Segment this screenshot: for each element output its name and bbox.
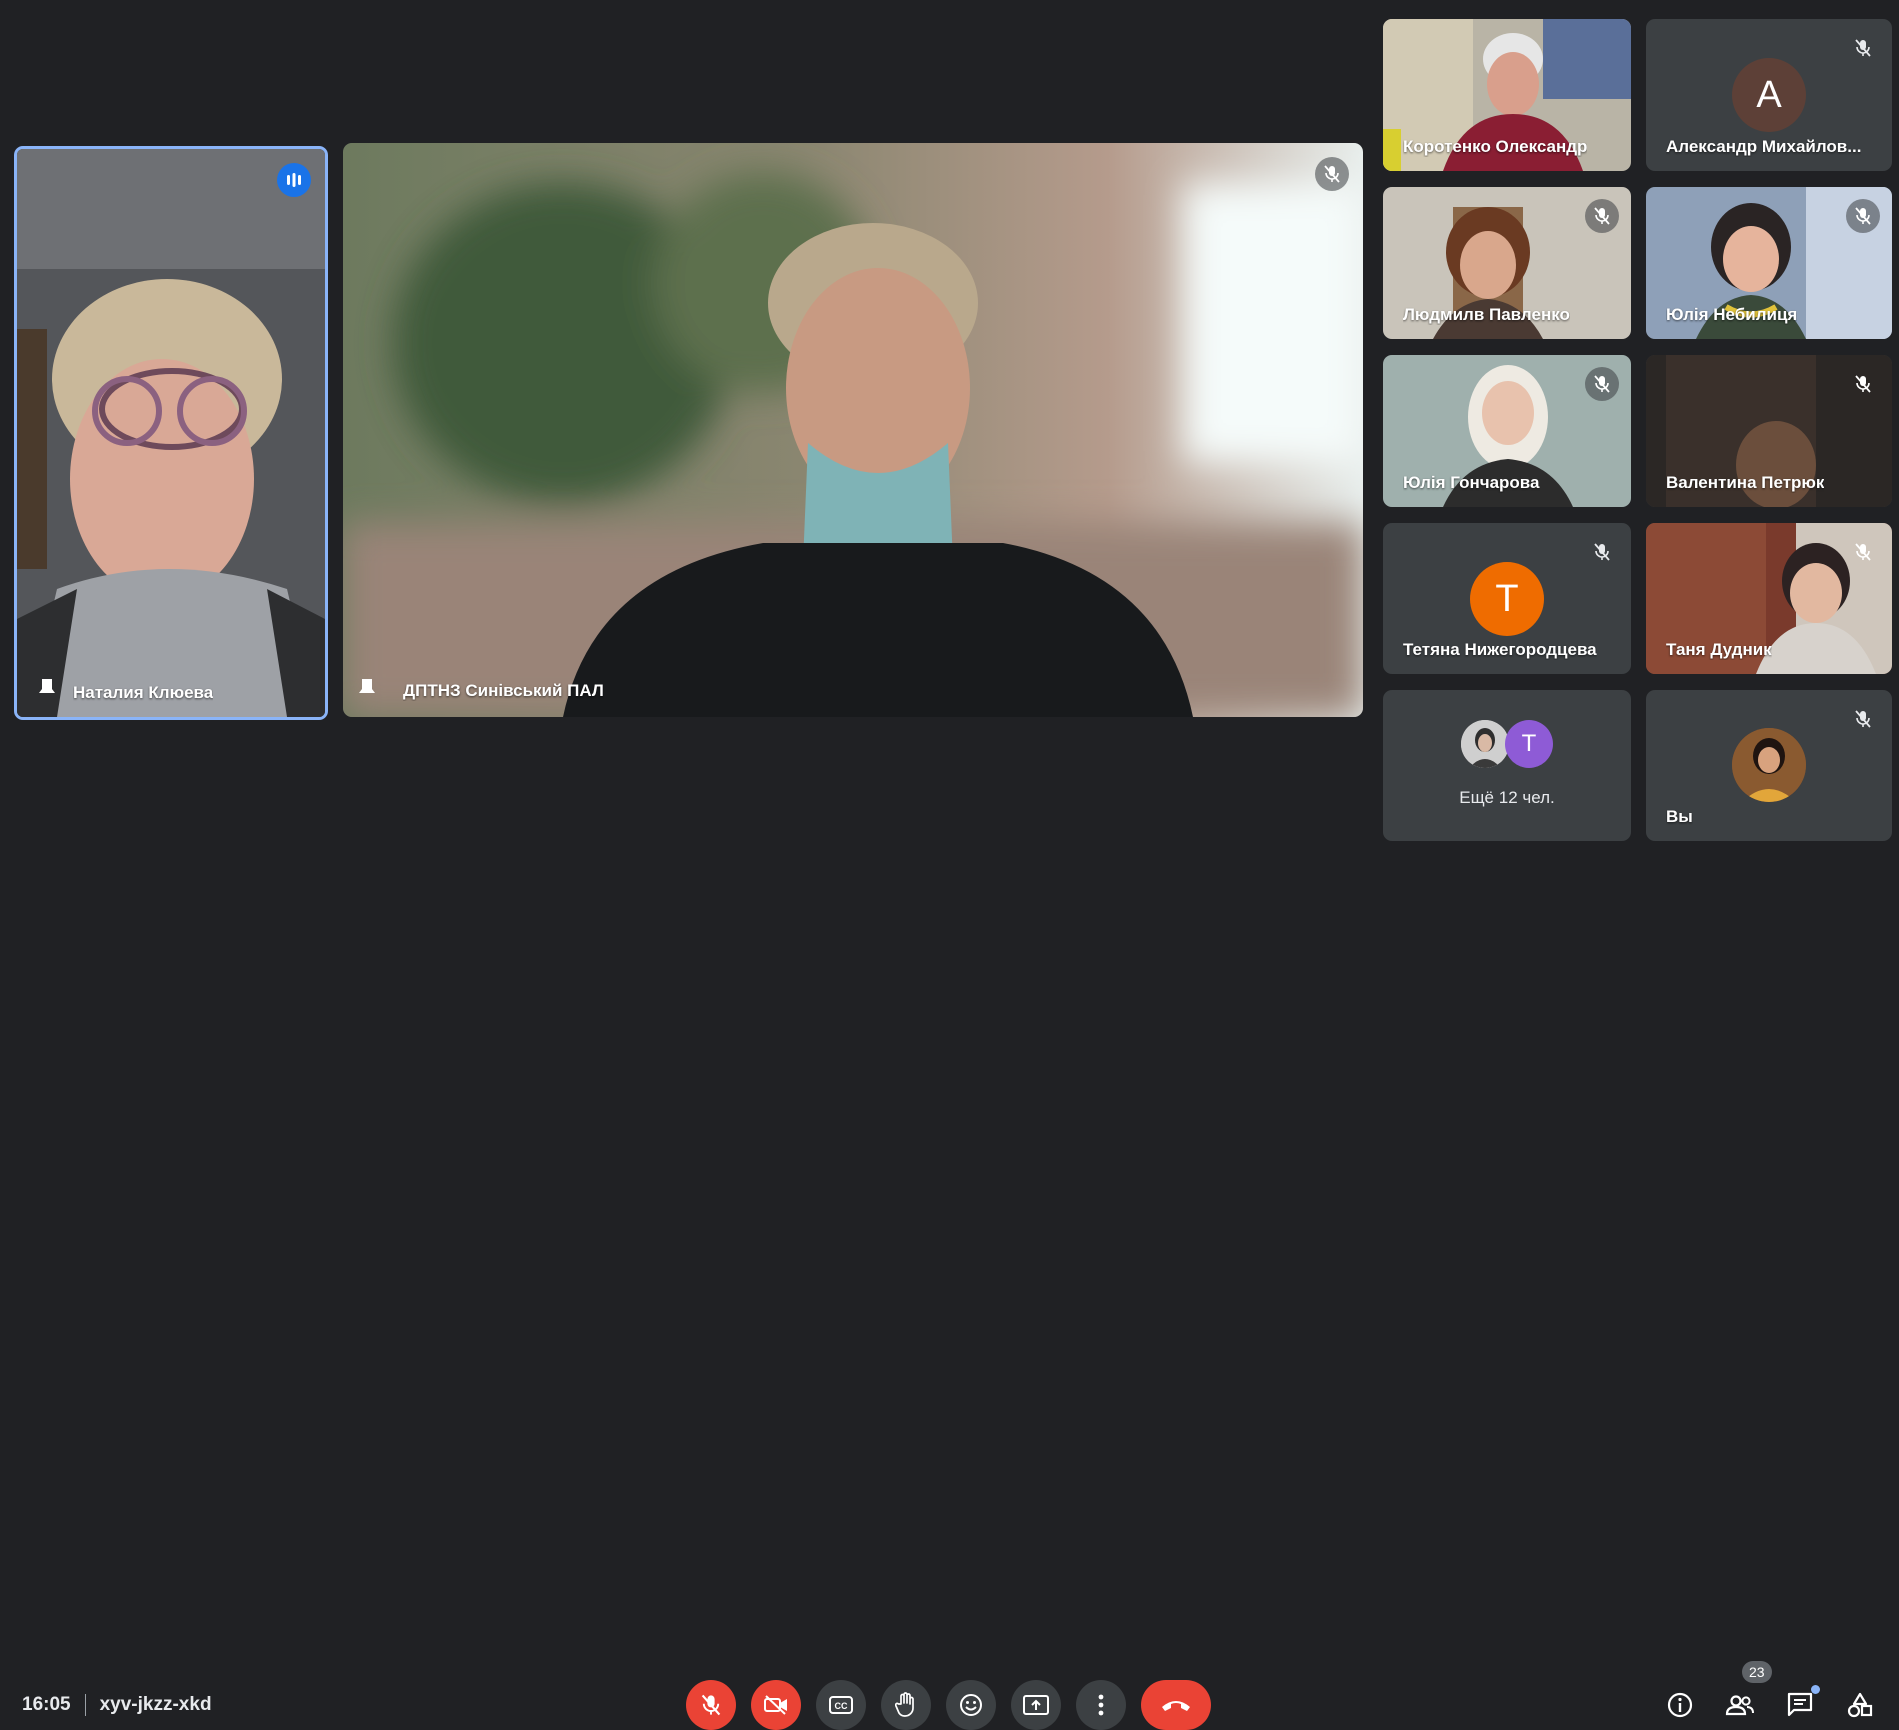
- mic-off-icon: [1846, 199, 1880, 233]
- meeting-time: 16:05: [22, 1694, 71, 1715]
- participant-count-badge: 23: [1742, 1661, 1772, 1683]
- divider: [84, 1694, 86, 1716]
- mic-off-icon: [1315, 157, 1349, 191]
- mic-off-icon: [1585, 535, 1619, 569]
- leave-call-button[interactable]: [1141, 1680, 1211, 1730]
- present-button[interactable]: [1011, 1680, 1061, 1730]
- participant-name: Юлія Гончарова: [1403, 473, 1540, 492]
- participant-name: Валентина Петрюк: [1666, 473, 1825, 492]
- participant-tile-nyzhehorodtseva[interactable]: Т Тетяна Нижегородцева: [1383, 523, 1631, 674]
- captions-icon: CC: [829, 1696, 853, 1714]
- participant-name: Юлія Небилиця: [1666, 305, 1798, 324]
- svg-text:CC: CC: [835, 1701, 848, 1711]
- participant-tile-mikhailov[interactable]: А Александр Михайлов...: [1646, 19, 1892, 171]
- pin-icon[interactable]: [37, 677, 57, 701]
- avatar: T: [1505, 720, 1553, 768]
- participant-tile-dptnz[interactable]: ДПТНЗ Синівський ПАЛ: [343, 143, 1363, 717]
- chat-button[interactable]: [1782, 1685, 1820, 1723]
- participant-tile-korotenko[interactable]: Коротенко Олександр: [1383, 19, 1631, 171]
- participant-name: Александр Михайлов...: [1666, 137, 1862, 156]
- avatar: Т: [1470, 562, 1544, 636]
- microphone-toggle-button[interactable]: [686, 1680, 736, 1730]
- participants-button[interactable]: 23: [1722, 1661, 1772, 1723]
- avatar: [1461, 720, 1509, 768]
- participant-tile-nebylytsia[interactable]: Юлія Небилиця: [1646, 187, 1892, 339]
- participant-name: Коротенко Олександр: [1403, 137, 1588, 156]
- chat-notification-dot: [1811, 1685, 1820, 1694]
- raise-hand-button[interactable]: [881, 1680, 931, 1730]
- bottom-bar: 16:05 xyv-jkzz-xkd CC 23: [0, 814, 1899, 1730]
- more-vert-icon: [1098, 1694, 1104, 1716]
- participant-tile-honcharova[interactable]: Юлія Гончарова: [1383, 355, 1631, 507]
- more-options-button[interactable]: [1076, 1680, 1126, 1730]
- chat-icon: [1787, 1692, 1813, 1717]
- people-icon: [1725, 1695, 1754, 1716]
- meeting-details-button[interactable]: [1662, 1687, 1698, 1723]
- participant-video: [343, 143, 1363, 717]
- camera-off-icon: [764, 1695, 787, 1715]
- participant-name: Наталия Клюева: [73, 683, 214, 702]
- participant-tile-petriuk[interactable]: Валентина Петрюк: [1646, 355, 1892, 507]
- mic-off-icon: [1585, 199, 1619, 233]
- activities-button[interactable]: [1842, 1687, 1878, 1723]
- participant-name: Людмилв Павленко: [1403, 305, 1570, 324]
- participant-name: Таня Дудник: [1666, 640, 1772, 659]
- mic-off-icon: [701, 1694, 721, 1716]
- participant-name: ДПТНЗ Синівський ПАЛ: [403, 681, 604, 700]
- meeting-code: xyv-jkzz-xkd: [99, 1694, 212, 1715]
- avatar: А: [1732, 58, 1806, 132]
- mic-off-icon: [1846, 535, 1880, 569]
- pin-icon[interactable]: [357, 677, 377, 701]
- participant-name: Тетяна Нижегородцева: [1403, 640, 1597, 659]
- activities-icon: [1847, 1692, 1873, 1718]
- participant-tile-dudnyk[interactable]: Таня Дудник: [1646, 523, 1892, 674]
- more-participants-label: Ещё 12 чел.: [1459, 788, 1555, 807]
- mic-off-icon: [1846, 702, 1880, 736]
- participant-tile-pavlenko[interactable]: Людмилв Павленко: [1383, 187, 1631, 339]
- mic-off-icon: [1846, 367, 1880, 401]
- participant-tile-natalia[interactable]: Наталия Клюева: [14, 146, 328, 720]
- meeting-info: 16:05 xyv-jkzz-xkd: [22, 1691, 212, 1719]
- present-icon: [1023, 1695, 1049, 1715]
- mic-off-icon: [1846, 31, 1880, 65]
- participant-video: [17, 149, 325, 717]
- reactions-button[interactable]: [946, 1680, 996, 1730]
- info-icon: [1667, 1692, 1693, 1718]
- avatar: [1732, 728, 1806, 802]
- camera-toggle-button[interactable]: [751, 1680, 801, 1730]
- hang-up-icon: [1162, 1701, 1190, 1711]
- emoji-icon: [960, 1694, 982, 1716]
- mic-off-icon: [1585, 367, 1619, 401]
- hand-icon: [895, 1692, 914, 1717]
- captions-button[interactable]: CC: [816, 1680, 866, 1730]
- speaking-indicator-icon: [277, 163, 311, 197]
